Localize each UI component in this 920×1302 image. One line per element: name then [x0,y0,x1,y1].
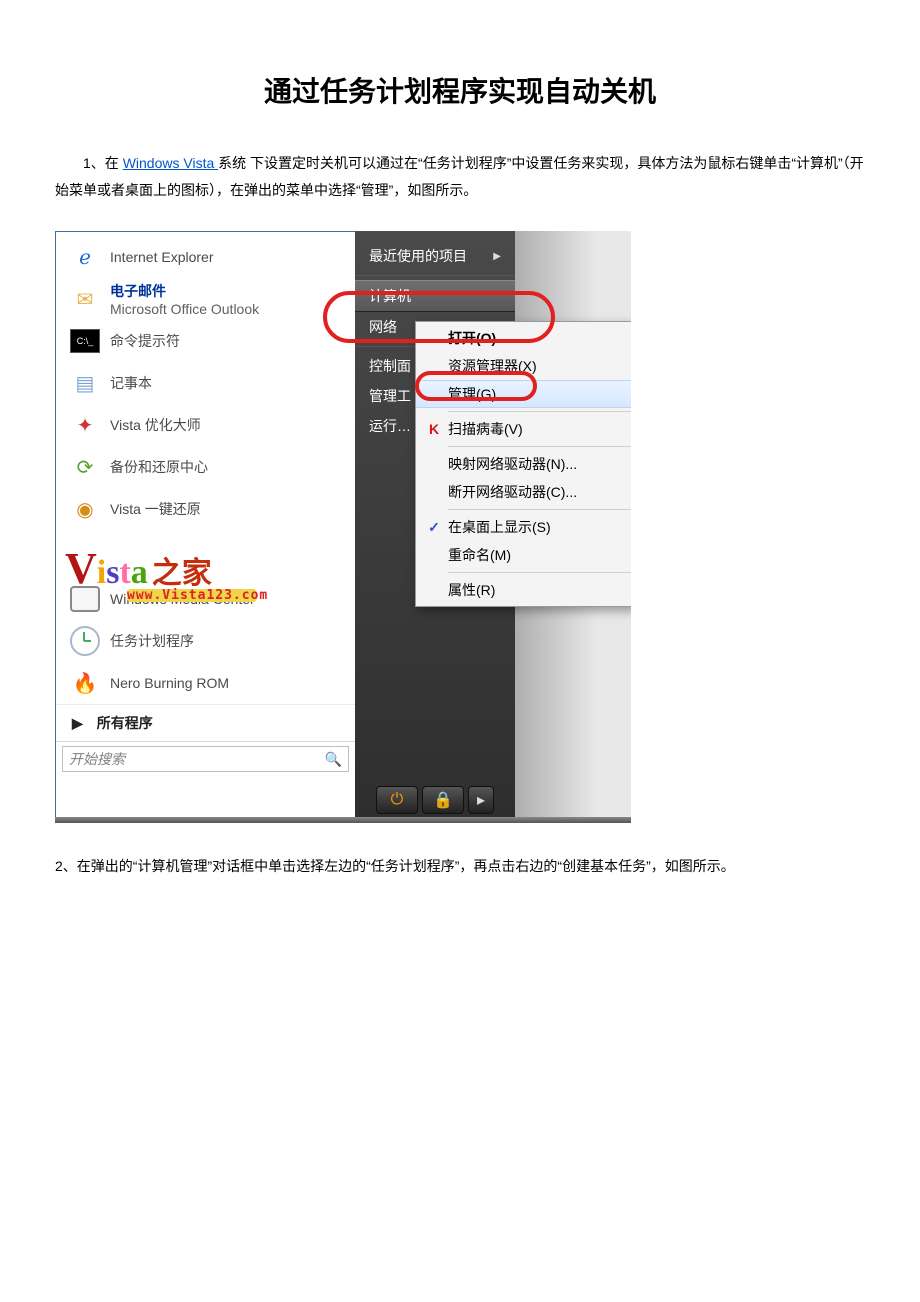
search-row: 开始搜索 🔍 [56,741,355,776]
ctx-open[interactable]: 打开(O) [416,324,631,352]
program-ie[interactable]: ℯ Internet Explorer [56,236,355,278]
restore-icon: ◉ [70,494,100,524]
program-backup[interactable]: ⟳ 备份和还原中心 [56,446,355,488]
search-icon: 🔍 [325,751,342,768]
context-menu: 打开(O) 资源管理器(X) 管理(G) K 扫描病毒(V) 映射网络驱动器(N… [415,321,631,607]
program-cmd[interactable]: C:\_ 命令提示符 [56,320,355,362]
ctx-separator [448,509,631,510]
right-computer[interactable]: 计算机 [355,280,515,312]
program-notepad[interactable]: ▤ 记事本 [56,362,355,404]
arrow-right-icon: ▶ [72,715,83,732]
power-row: ⏻ 🔒 ▸ [355,783,515,817]
wmc-icon [70,584,100,614]
search-input[interactable]: 开始搜索 🔍 [62,746,349,772]
lock-button[interactable]: 🔒 [422,786,464,814]
wrench-icon: ✦ [70,410,100,440]
power-button[interactable]: ⏻ [376,786,418,814]
notepad-icon: ▤ [70,368,100,398]
paragraph-1: 1、在 Windows Vista 系统 下设置定时关机可以通过在“任务计划程序… [55,150,865,203]
ctx-scan[interactable]: K 扫描病毒(V) [416,415,631,443]
ctx-rename[interactable]: 重命名(M) [416,541,631,569]
kaspersky-icon: K [429,421,439,437]
ctx-explorer[interactable]: 资源管理器(X) [416,352,631,380]
program-vista-opt[interactable]: ✦ Vista 优化大师 [56,404,355,446]
program-email[interactable]: ✉ 电子邮件 Microsoft Office Outlook [56,278,355,320]
paragraph-2: 2、在弹出的“计算机管理”对话框中单击选择左边的“任务计划程序”，再点击右边的“… [55,853,865,880]
page-title: 通过任务计划程序实现自动关机 [55,70,865,110]
backup-icon: ⟳ [70,452,100,482]
link-windows-vista[interactable]: Windows Vista [123,155,218,171]
separator [355,275,515,276]
ctx-separator [448,446,631,447]
mail-icon: ✉ [70,284,100,314]
ctx-map-drive[interactable]: 映射网络驱动器(N)... [416,450,631,478]
taskbar-edge [55,817,631,823]
ctx-separator [448,572,631,573]
program-wmc[interactable]: Windows Media Center [56,578,355,620]
cmd-icon: C:\_ [70,329,100,353]
all-programs[interactable]: ▶ 所有程序 [56,704,355,741]
ie-icon: ℯ [70,242,100,272]
ctx-properties[interactable]: 属性(R) [416,576,631,604]
ctx-manage[interactable]: 管理(G) [416,380,631,408]
nero-icon: 🔥 [70,668,100,698]
right-recent[interactable]: 最近使用的项目 ▶ [355,241,515,271]
start-menu-left-pane: ℯ Internet Explorer ✉ 电子邮件 Microsoft Off… [55,231,355,817]
screenshot-start-menu: ℯ Internet Explorer ✉ 电子邮件 Microsoft Off… [55,231,631,823]
ctx-separator [448,411,631,412]
clock-icon [70,626,100,656]
power-more-button[interactable]: ▸ [468,786,494,814]
ctx-disconnect-drive[interactable]: 断开网络驱动器(C)... [416,478,631,506]
ctx-show-desktop[interactable]: ✓ 在桌面上显示(S) [416,513,631,541]
chevron-right-icon: ▶ [493,251,501,262]
program-task-scheduler[interactable]: 任务计划程序 [56,620,355,662]
p1-prefix: 1、在 [55,155,123,171]
check-icon: ✓ [428,519,440,536]
program-nero[interactable]: 🔥 Nero Burning ROM [56,662,355,704]
program-restore[interactable]: ◉ Vista 一键还原 [56,488,355,530]
